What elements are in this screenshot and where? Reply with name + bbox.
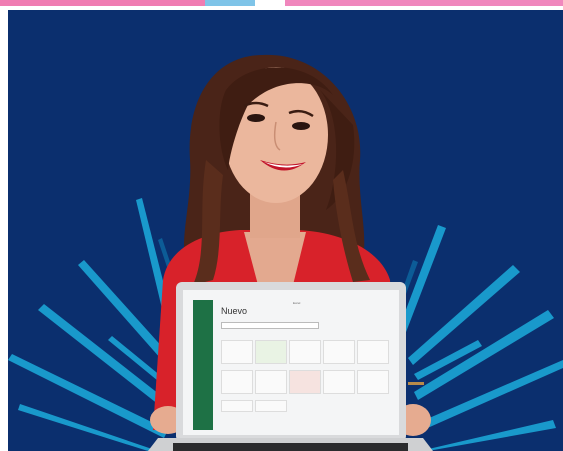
template-thumb xyxy=(255,340,287,364)
template-thumb xyxy=(323,340,355,364)
photo-stage: Nuevo Excel xyxy=(0,0,563,451)
template-thumb xyxy=(221,340,253,364)
template-thumb xyxy=(255,370,287,394)
laptop-screen: Nuevo Excel xyxy=(193,300,408,430)
template-thumb xyxy=(323,370,355,394)
template-thumb xyxy=(221,400,253,412)
template-thumb xyxy=(289,370,321,394)
promo-photo-panel: Nuevo Excel xyxy=(8,10,563,451)
top-color-strip xyxy=(0,0,563,6)
template-thumb xyxy=(357,370,389,394)
template-search-field xyxy=(221,322,319,329)
window-caption: Excel xyxy=(293,301,301,305)
template-thumb xyxy=(289,340,321,364)
excel-sidebar xyxy=(193,300,213,430)
template-thumb xyxy=(221,370,253,394)
template-thumb xyxy=(255,400,287,412)
screen-title: Nuevo xyxy=(221,306,248,316)
template-thumb xyxy=(357,340,389,364)
left-border xyxy=(0,6,8,451)
